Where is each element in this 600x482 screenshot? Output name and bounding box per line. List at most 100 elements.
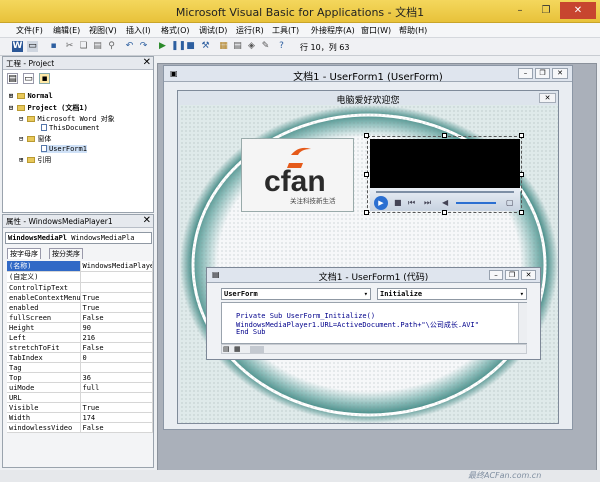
property-value[interactable]: False (80, 312, 153, 323)
menu-run[interactable]: 运行(R) (236, 25, 264, 36)
object-browser-icon[interactable]: ◈ (246, 41, 257, 52)
selection-handle[interactable] (442, 133, 447, 138)
close-button[interactable]: ✕ (539, 93, 556, 103)
code-line[interactable]: WindowsMediaPlayer1.URL=ActiveDocument.P… (236, 320, 479, 330)
undo-icon[interactable]: ↶ (124, 41, 135, 52)
property-row[interactable]: enabled True (7, 302, 153, 313)
tree-item-project[interactable]: ⊟ Project (文档1) (9, 103, 88, 113)
toolbox-icon[interactable]: ✎ (260, 41, 271, 52)
tree-item-forms[interactable]: ⊟ 窗体 (19, 134, 51, 144)
code-editor[interactable]: Private Sub UserForm_Initialize() Window… (221, 302, 527, 344)
property-value[interactable]: 174 (80, 412, 153, 423)
property-value[interactable] (80, 362, 153, 373)
break-icon[interactable]: ❚❚ (171, 41, 186, 52)
property-row[interactable]: ControlTipText (7, 282, 153, 293)
property-value[interactable]: full (80, 382, 153, 393)
menu-file[interactable]: 文件(F) (16, 25, 43, 36)
procedure-combo[interactable]: Initialize ▾ (377, 288, 527, 300)
property-row[interactable]: enableContextMenu True (7, 292, 153, 303)
close-icon[interactable]: ✕ (143, 57, 151, 69)
design-mode-icon[interactable]: ⚒ (200, 41, 211, 52)
next-icon[interactable]: ⏭ (424, 198, 431, 208)
property-value[interactable] (80, 271, 153, 283)
close-button[interactable]: ✕ (552, 68, 568, 79)
scroll-thumb[interactable] (250, 346, 264, 353)
property-row[interactable]: Visible True (7, 402, 153, 413)
selection-handle[interactable] (364, 133, 369, 138)
minimize-button[interactable]: – (508, 2, 532, 19)
selection-handle[interactable] (519, 133, 524, 138)
horizontal-scrollbar[interactable]: ▤ ▦ (221, 344, 527, 354)
tree-item-references[interactable]: ⊞ 引用 (19, 155, 51, 165)
windows-media-player-control[interactable]: ▶ ■ ⏮ ⏭ ◀ ▢ (367, 136, 522, 213)
save-icon[interactable]: ▪ (48, 41, 59, 52)
property-value[interactable]: False (80, 422, 153, 433)
property-value[interactable]: 216 (80, 332, 153, 343)
cut-icon[interactable]: ✂ (64, 41, 75, 52)
procedure-view-icon[interactable]: ▤ (223, 345, 230, 353)
volume-slider[interactable] (456, 202, 496, 204)
seek-bar[interactable] (376, 191, 514, 193)
property-row[interactable]: fullScreen False (7, 312, 153, 323)
toggle-folders-icon[interactable]: ▪ (39, 73, 50, 84)
volume-icon[interactable]: ◀ (442, 198, 448, 207)
stop-icon[interactable]: ■ (394, 198, 402, 207)
project-explorer-icon[interactable]: ▦ (218, 41, 229, 52)
fullscreen-icon[interactable]: ▢ (506, 198, 514, 207)
close-icon[interactable]: ✕ (143, 215, 151, 227)
copy-icon[interactable]: ❏ (78, 41, 89, 52)
property-value[interactable]: True (80, 292, 153, 303)
properties-window-icon[interactable]: ▤ (232, 41, 243, 52)
paste-icon[interactable]: ▤ (92, 41, 103, 52)
property-row[interactable]: Width 174 (7, 412, 153, 423)
menu-window[interactable]: 窗口(W) (361, 25, 391, 36)
menu-debug[interactable]: 调试(D) (199, 25, 227, 36)
property-row[interactable]: windowlessVideo False (7, 422, 153, 433)
selection-handle[interactable] (364, 210, 369, 215)
object-selector[interactable]: WindowsMediaPl WindowsMediaPla (5, 232, 152, 244)
property-row[interactable]: TabIndex 0 (7, 352, 153, 363)
minimize-button[interactable]: – (518, 68, 533, 79)
tree-item-word-objects[interactable]: ⊟ Microsoft Word 对象 (19, 114, 115, 124)
property-row[interactable]: Tag (7, 362, 153, 373)
selection-handle[interactable] (519, 172, 524, 177)
restore-button[interactable]: ❐ (505, 270, 519, 280)
find-icon[interactable]: ⚲ (106, 41, 117, 52)
property-value[interactable]: True (80, 302, 153, 313)
selection-handle[interactable] (442, 210, 447, 215)
property-value[interactable]: WindowsMediaPlaye (80, 261, 153, 272)
menu-addins[interactable]: 外接程序(A) (311, 25, 355, 36)
menu-help[interactable]: 帮助(H) (399, 25, 427, 36)
play-icon[interactable]: ▶ (374, 196, 388, 210)
property-row[interactable]: Top 36 (7, 372, 153, 383)
close-button[interactable]: ✕ (521, 270, 536, 280)
insert-userform-icon[interactable]: ▭ (27, 41, 38, 52)
tab-alphabetic[interactable]: 按字母序 (7, 248, 41, 259)
redo-icon[interactable]: ↷ (138, 41, 149, 52)
restore-button[interactable]: ❐ (534, 2, 558, 19)
tree-item-userform1[interactable]: UserForm1 (41, 145, 87, 153)
property-value[interactable]: False (80, 342, 153, 353)
view-code-icon[interactable]: ▤ (7, 73, 18, 84)
property-row[interactable]: Left 216 (7, 332, 153, 343)
restore-button[interactable]: ❐ (535, 68, 550, 79)
word-icon[interactable]: W (12, 41, 23, 52)
selection-handle[interactable] (364, 172, 369, 177)
help-icon[interactable]: ? (276, 41, 287, 52)
code-line[interactable]: End Sub (236, 328, 266, 336)
previous-icon[interactable]: ⏮ (408, 198, 415, 208)
property-value[interactable] (80, 282, 153, 293)
property-row[interactable]: URL (7, 392, 153, 403)
vertical-scrollbar[interactable] (518, 303, 527, 343)
menu-tools[interactable]: 工具(T) (272, 25, 299, 36)
cfan-logo-image[interactable]: cfan 关注科技新生活 (241, 138, 354, 212)
close-button[interactable]: ✕ (560, 2, 596, 19)
menu-edit[interactable]: 编辑(E) (53, 25, 80, 36)
run-icon[interactable]: ▶ (157, 41, 168, 52)
full-module-view-icon[interactable]: ▦ (234, 345, 241, 353)
tab-categorized[interactable]: 按分类序 (49, 248, 83, 259)
tree-item-normal[interactable]: ⊞ Normal (9, 92, 53, 100)
view-object-icon[interactable]: ▭ (23, 73, 34, 84)
code-line[interactable]: Private Sub UserForm_Initialize() (236, 312, 375, 320)
property-value[interactable]: True (80, 402, 153, 413)
